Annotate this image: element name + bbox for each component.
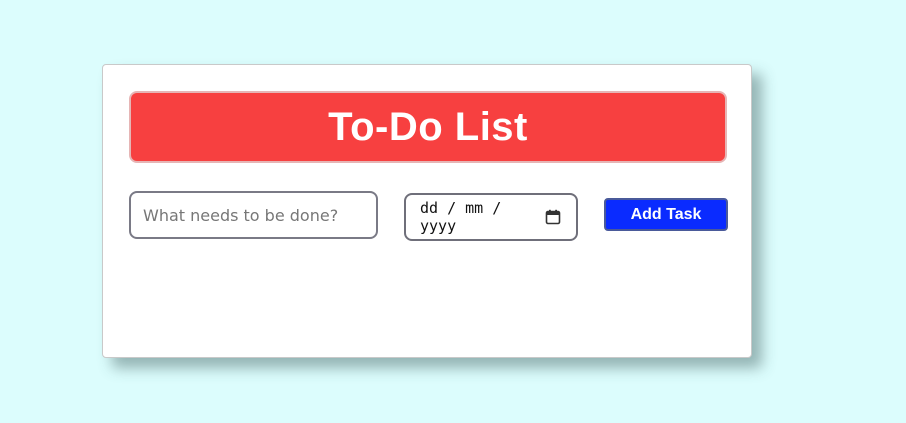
due-date-input[interactable]: dd / mm / yyyy [404, 193, 578, 241]
calendar-icon[interactable] [544, 208, 562, 226]
date-placeholder-text: dd / mm / yyyy [420, 199, 502, 235]
add-task-button[interactable]: Add Task [604, 198, 728, 231]
page-title: To-Do List [328, 104, 528, 149]
todo-card: To-Do List dd / mm / yyyy Add Task [102, 64, 752, 358]
task-input[interactable] [129, 191, 378, 239]
header-banner: To-Do List [129, 91, 727, 163]
